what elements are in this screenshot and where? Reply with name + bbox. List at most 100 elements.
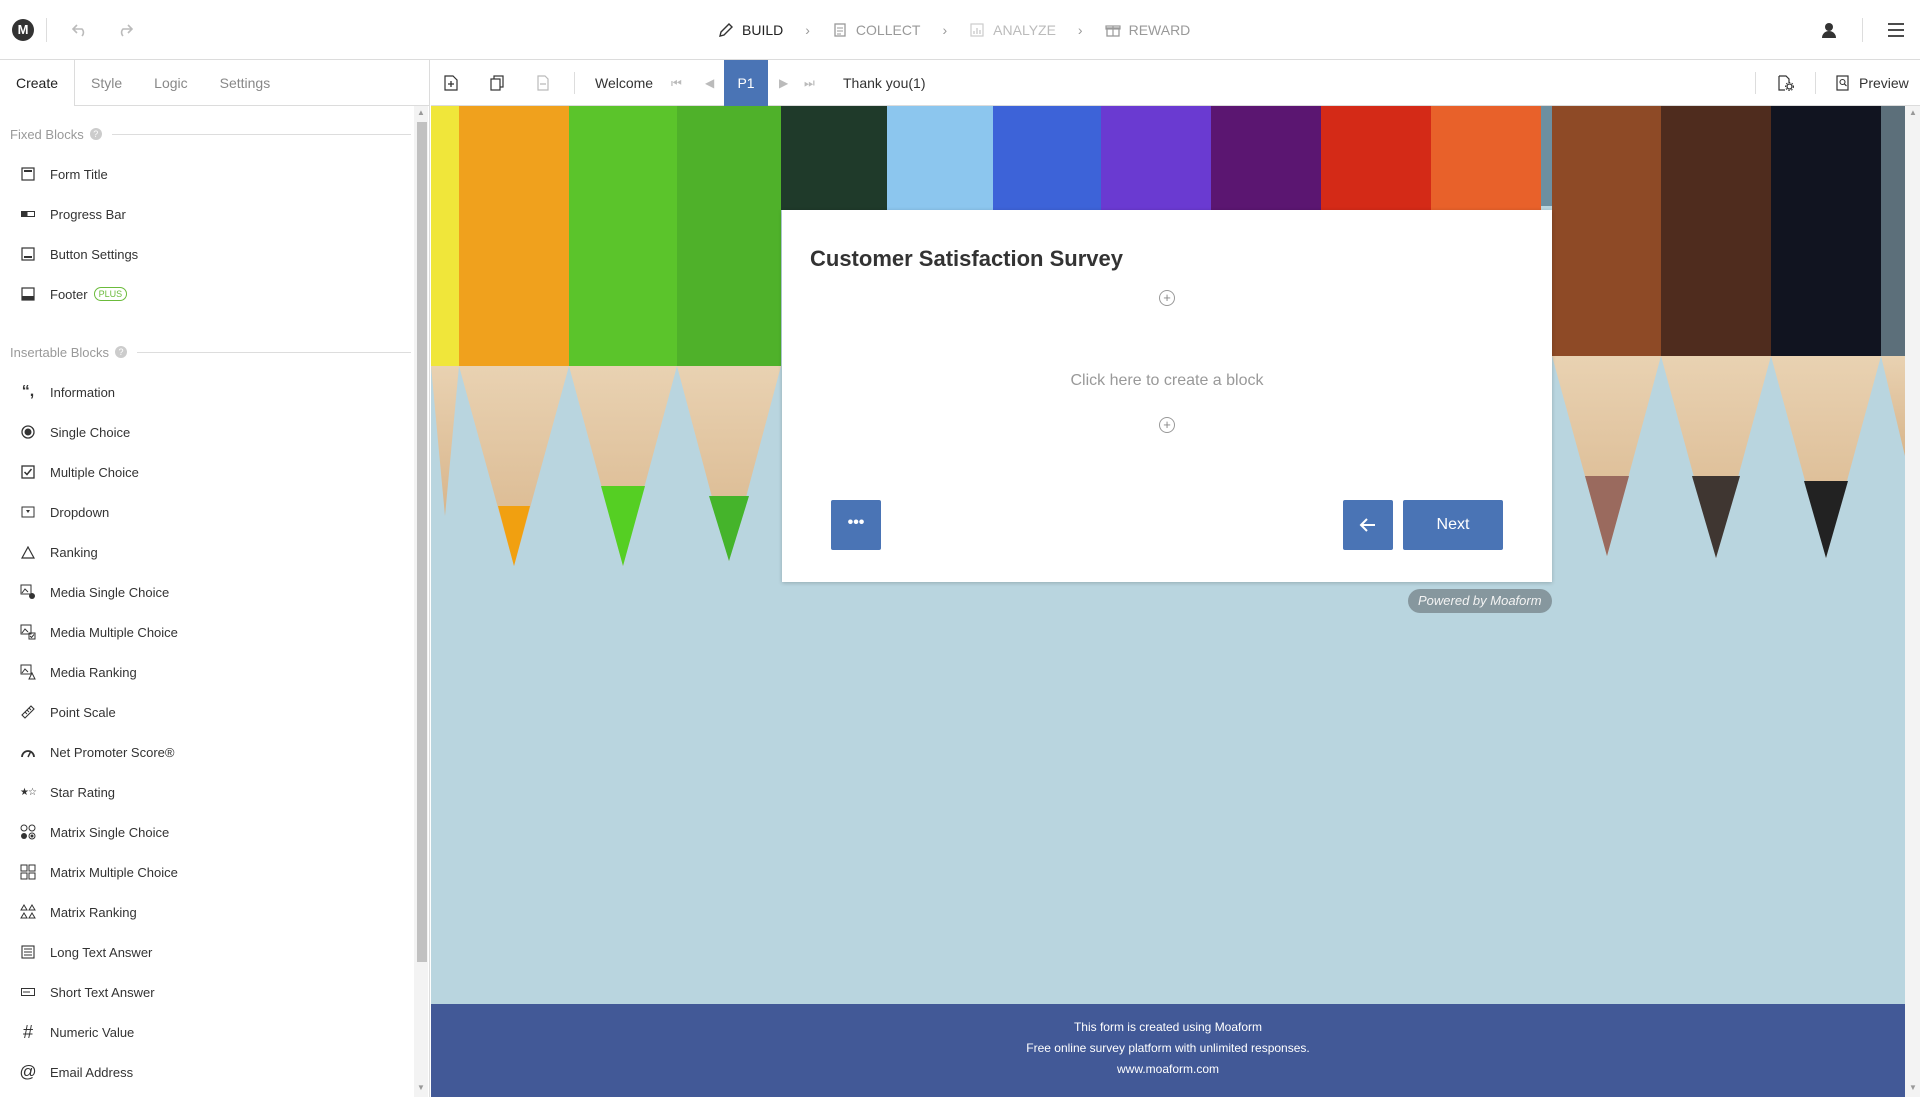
form-title[interactable]: Customer Satisfaction Survey <box>810 246 1123 272</box>
scroll-down-icon[interactable]: ▼ <box>416 1083 426 1093</box>
block-label: Short Text Answer <box>50 984 155 1000</box>
tab-create[interactable]: Create <box>0 60 76 106</box>
form-canvas: Customer Satisfaction Survey + Click her… <box>431 106 1905 1097</box>
block-matrix-single-choice[interactable]: Matrix Single Choice <box>0 812 429 852</box>
copy-page-icon[interactable] <box>485 71 509 95</box>
scroll-up-icon[interactable]: ▲ <box>416 108 426 118</box>
next-button[interactable]: Next <box>1403 500 1503 550</box>
matrix-ranking-icon <box>18 902 38 922</box>
block-label: Matrix Single Choice <box>50 824 170 840</box>
block-label: Matrix Ranking <box>50 904 137 920</box>
scroll-thumb[interactable] <box>417 122 427 962</box>
step-collect[interactable]: COLLECT <box>832 22 920 38</box>
add-page-icon[interactable] <box>439 71 463 95</box>
quote-icon: “, <box>21 383 35 400</box>
block-short-text-answer[interactable]: Short Text Answer <box>0 972 429 1012</box>
block-form-title[interactable]: Form Title <box>0 154 429 194</box>
block-footer[interactable]: Footer PLUS <box>0 274 429 314</box>
preview-button[interactable]: Preview <box>1859 60 1909 106</box>
block-ranking[interactable]: Ranking <box>0 532 429 572</box>
block-label: Matrix Multiple Choice <box>50 864 178 880</box>
block-net-promoter-score[interactable]: Net Promoter Score® <box>0 732 429 772</box>
block-multiple-choice[interactable]: Multiple Choice <box>0 452 429 492</box>
insertable-blocks-title: Insertable Blocks <box>10 344 109 360</box>
add-block-top-icon[interactable]: + <box>1159 290 1175 306</box>
divider <box>137 351 411 353</box>
divider <box>46 18 47 42</box>
panel-scrollbar[interactable]: ▲ ▼ <box>414 106 428 1097</box>
block-media-multiple-choice[interactable]: Media Multiple Choice <box>0 612 429 652</box>
page-p1-tab[interactable]: P1 <box>724 60 768 106</box>
block-media-ranking[interactable]: Media Ranking <box>0 652 429 692</box>
ruler-icon <box>18 702 38 722</box>
moaform-logo[interactable]: M <box>12 19 34 41</box>
first-page-icon[interactable]: ⏮ <box>671 60 682 106</box>
panel-tabs: Create Style Logic Settings <box>0 60 429 106</box>
add-block-bottom-icon[interactable]: + <box>1159 417 1175 433</box>
block-media-single-choice[interactable]: Media Single Choice <box>0 572 429 612</box>
chevron-right-icon: › <box>1077 22 1083 38</box>
footer-link[interactable]: www.moaform.com <box>431 1059 1905 1080</box>
tab-style[interactable]: Style <box>75 60 138 105</box>
prev-page-icon[interactable]: ◀ <box>705 60 714 106</box>
welcome-page-tab[interactable]: Welcome <box>595 60 653 106</box>
page-settings-icon[interactable] <box>1774 71 1798 95</box>
block-label: Media Single Choice <box>50 584 170 600</box>
chevron-right-icon: › <box>805 22 810 38</box>
delete-page-icon[interactable] <box>531 71 555 95</box>
block-email-address[interactable]: @ Email Address <box>0 1052 429 1092</box>
block-long-text-answer[interactable]: Long Text Answer <box>0 932 429 972</box>
step-analyze-label: ANALYZE <box>993 22 1056 38</box>
block-point-scale[interactable]: Point Scale <box>0 692 429 732</box>
block-single-choice[interactable]: Single Choice <box>0 412 429 452</box>
more-options-button[interactable]: ••• <box>831 500 881 550</box>
block-label: Point Scale <box>50 704 116 720</box>
thankyou-page-tab[interactable]: Thank you(1) <box>843 60 925 106</box>
help-icon[interactable]: ? <box>115 346 127 358</box>
account-icon[interactable] <box>1817 17 1843 43</box>
redo-icon[interactable] <box>112 17 138 43</box>
help-icon[interactable]: ? <box>89 128 102 140</box>
last-page-icon[interactable]: ⏭ <box>804 60 815 106</box>
block-star-rating[interactable]: ★☆ Star Rating <box>0 772 429 812</box>
page-toolbar: Welcome ⏮ ◀ P1 ▶ ⏭ Thank you(1) Preview <box>431 60 1920 106</box>
matrix-radio-icon <box>18 822 38 842</box>
at-icon: @ <box>19 1062 37 1081</box>
block-information[interactable]: “, Information <box>0 372 429 412</box>
block-progress-bar[interactable]: Progress Bar <box>0 194 429 234</box>
block-button-settings[interactable]: Button Settings <box>0 234 429 274</box>
arrow-left-icon <box>1359 518 1375 532</box>
tab-logic[interactable]: Logic <box>138 60 203 105</box>
progress-bar-icon <box>18 204 38 224</box>
scroll-up-icon[interactable]: ▲ <box>1908 108 1918 118</box>
block-label: Star Rating <box>50 784 116 800</box>
footer-icon <box>18 284 38 304</box>
block-label: Footer <box>50 286 88 302</box>
block-label: Progress Bar <box>50 206 126 222</box>
block-matrix-multiple-choice[interactable]: Matrix Multiple Choice <box>0 852 429 892</box>
media-checkbox-icon <box>18 622 38 642</box>
plus-badge: PLUS <box>93 287 128 301</box>
step-reward[interactable]: REWARD <box>1104 22 1190 38</box>
footer-line-2: Free online survey platform with unlimit… <box>1026 1041 1310 1055</box>
back-button[interactable] <box>1343 500 1393 550</box>
scroll-down-icon[interactable]: ▼ <box>1908 1083 1918 1093</box>
block-matrix-ranking[interactable]: Matrix Ranking <box>0 892 429 932</box>
canvas-scrollbar[interactable]: ▲ ▼ <box>1905 106 1920 1097</box>
block-label: Net Promoter Score® <box>50 744 175 760</box>
gauge-icon <box>18 742 38 762</box>
undo-icon[interactable] <box>67 17 93 43</box>
tab-settings[interactable]: Settings <box>204 60 287 105</box>
create-block-hint[interactable]: Click here to create a block <box>782 372 1552 390</box>
menu-icon[interactable] <box>1883 17 1909 43</box>
block-numeric-value[interactable]: # Numeric Value <box>0 1012 429 1052</box>
powered-by-badge[interactable]: Powered by Moaform <box>1408 589 1552 613</box>
matrix-checkbox-icon <box>18 862 38 882</box>
media-ranking-icon <box>18 662 38 682</box>
step-build[interactable]: BUILD <box>718 22 783 38</box>
preview-icon[interactable] <box>1831 71 1855 95</box>
step-analyze[interactable]: ANALYZE <box>969 22 1056 38</box>
top-bar: M BUILD › COLLECT › ANALYZE › REWARD <box>0 0 1920 60</box>
block-dropdown[interactable]: Dropdown <box>0 492 429 532</box>
next-page-icon[interactable]: ▶ <box>779 60 788 106</box>
